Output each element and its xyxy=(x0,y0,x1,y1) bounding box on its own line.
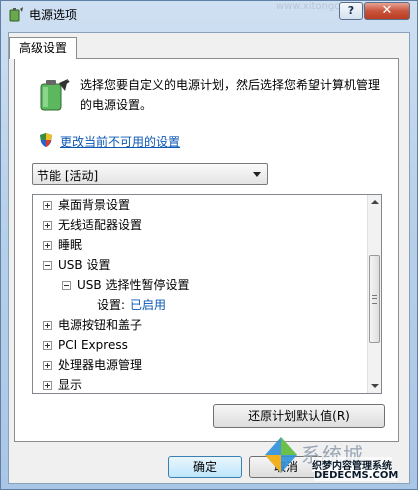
tree-scrollbar[interactable] xyxy=(367,195,381,393)
setting-value-link[interactable]: 已启用 xyxy=(130,295,166,315)
tree-item-sleep[interactable]: 睡眠 xyxy=(33,235,367,255)
expand-icon[interactable] xyxy=(43,201,52,210)
power-options-icon xyxy=(9,7,23,22)
ok-button[interactable]: 确定 xyxy=(168,456,242,478)
help-button[interactable]: ? xyxy=(339,2,363,20)
close-button[interactable]: ✕ xyxy=(364,2,410,20)
expand-icon[interactable] xyxy=(43,381,52,390)
window-title: 电源选项 xyxy=(29,8,78,22)
scroll-down-icon[interactable] xyxy=(368,379,382,393)
expand-icon[interactable] xyxy=(43,361,52,370)
power-plan-dropdown[interactable]: 节能 [活动] xyxy=(32,163,268,185)
description-text: 选择您要自定义的电源计划，然后选择您希望计算机管理的电源设置。 xyxy=(80,78,381,112)
watermark-logo-icon xyxy=(265,437,297,473)
shield-icon xyxy=(40,133,52,147)
power-options-window: 电源选项 www.xitongcheng.com ? ✕ 高级设置 选择您要自定… xyxy=(0,0,418,490)
settings-tree[interactable]: 桌面背景设置 无线适配器设置 睡眠 USB 设置 USB 选择性暂停设置 设置:… xyxy=(32,194,382,394)
expand-icon[interactable] xyxy=(43,341,52,350)
tree-item-pci-express[interactable]: PCI Express xyxy=(33,335,367,355)
watermark-url: DEDECMS.COM xyxy=(314,470,399,481)
collapse-icon[interactable] xyxy=(43,261,52,270)
chevron-down-icon xyxy=(253,172,261,177)
power-plan-value: 节能 [活动] xyxy=(37,169,99,183)
tree-item-wireless-adapter[interactable]: 无线适配器设置 xyxy=(33,215,367,235)
collapse-icon[interactable] xyxy=(62,281,71,290)
title-bar[interactable]: 电源选项 www.xitongcheng.com ? ✕ xyxy=(1,1,417,27)
scroll-up-icon[interactable] xyxy=(368,195,382,209)
tree-item-processor-power[interactable]: 处理器电源管理 xyxy=(33,355,367,375)
tree-item-display[interactable]: 显示 xyxy=(33,375,367,393)
expand-icon[interactable] xyxy=(43,321,52,330)
expand-icon[interactable] xyxy=(43,241,52,250)
tab-advanced-settings[interactable]: 高级设置 xyxy=(9,37,77,59)
restore-defaults-button[interactable]: 还原计划默认值(R) xyxy=(213,404,385,428)
grip-icon xyxy=(372,295,377,304)
tree-item-usb-selective-suspend[interactable]: USB 选择性暂停设置 xyxy=(33,275,367,295)
change-unavailable-settings-link[interactable]: 更改当前不可用的设置 xyxy=(60,133,180,150)
tree-item-desktop-background[interactable]: 桌面背景设置 xyxy=(33,195,367,215)
scrollbar-thumb[interactable] xyxy=(369,255,380,343)
tree-item-usb-settings[interactable]: USB 设置 xyxy=(33,255,367,275)
tree-item-setting-value[interactable]: 设置: 已启用 xyxy=(33,295,367,315)
tree-item-power-buttons-lid[interactable]: 电源按钮和盖子 xyxy=(33,315,367,335)
expand-icon[interactable] xyxy=(43,221,52,230)
battery-icon xyxy=(40,79,70,111)
